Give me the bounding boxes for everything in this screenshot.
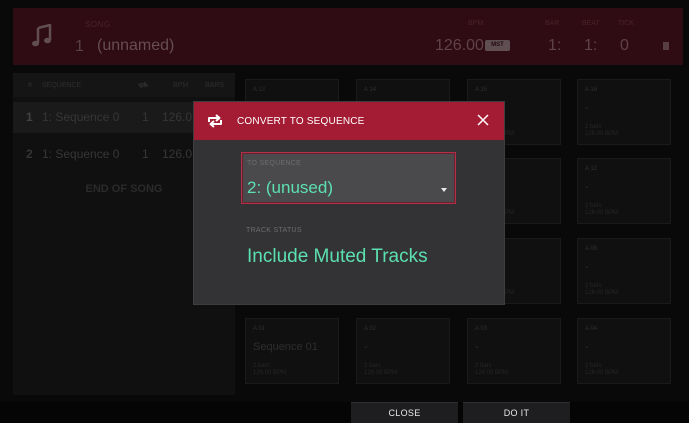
- row-bpm: 126.0: [162, 147, 193, 161]
- pad-id: A 08: [585, 246, 598, 252]
- loop-icon: [208, 114, 222, 128]
- pad-bars: 2 bars: [364, 363, 381, 369]
- column-bpm: BPM: [173, 82, 189, 89]
- dialog-title: CONVERT TO SEQUENCE: [237, 116, 365, 127]
- column-sequence: SEQUENCE: [42, 82, 82, 89]
- pad-name: -: [364, 341, 368, 353]
- song-header: SONG 1 (unnamed) BPM 126.00 MST BAR 1: B…: [13, 8, 683, 65]
- loop-icon: [138, 81, 148, 89]
- beat-value[interactable]: 1:: [584, 37, 597, 55]
- row-bpm: 126.0: [162, 110, 193, 124]
- close-button[interactable]: CLOSE: [351, 402, 458, 423]
- row-number: 1: [26, 110, 33, 124]
- sequence-list-header: # SEQUENCE BPM BARS: [13, 73, 235, 97]
- bpm-value[interactable]: 126.00: [435, 37, 484, 55]
- convert-to-sequence-dialog: CONVERT TO SEQUENCE TO SEQUENCE 2: (unus…: [194, 102, 504, 304]
- pad-name: -: [585, 181, 589, 193]
- footer-bar: [0, 402, 689, 423]
- pad-id: A 04: [585, 326, 598, 332]
- pad-bpm: PM: [505, 210, 514, 216]
- screen: SONG 1 (unnamed) BPM 126.00 MST BAR 1: B…: [0, 0, 689, 423]
- sequence-pad[interactable]: A 03 - 2 bars 126.00 BPM: [467, 318, 561, 384]
- pad-id: A 12: [585, 166, 598, 172]
- pad-bars: 2 bars: [585, 363, 602, 369]
- pad-bpm: 126.00 BPM: [585, 131, 619, 137]
- pad-id: A 16: [585, 87, 598, 93]
- to-sequence-value: 2: (unused): [247, 178, 333, 197]
- pad-id: A 14: [364, 87, 377, 93]
- sequence-pad[interactable]: A 16 - 2 bars 126.00 BPM: [577, 79, 671, 145]
- row-loop-count: 1: [142, 147, 149, 161]
- row-number: 2: [26, 147, 33, 161]
- stop-icon: [663, 42, 669, 50]
- column-number: #: [28, 82, 32, 89]
- close-icon[interactable]: [476, 113, 490, 127]
- pad-bpm: PM: [505, 290, 514, 296]
- bpm-label: BPM: [468, 20, 484, 27]
- tempo-source-badge[interactable]: MST: [485, 40, 510, 51]
- song-number: 1: [75, 38, 84, 55]
- dropdown-caret-icon: [441, 188, 447, 192]
- pad-bars: 2 bars: [585, 283, 602, 289]
- music-note-icon: [32, 24, 52, 47]
- row-loop-count: 1: [142, 110, 149, 124]
- pad-id: A 01: [253, 326, 266, 332]
- do-it-button[interactable]: DO IT: [463, 402, 570, 423]
- pad-name: -: [585, 102, 589, 114]
- pad-id: A 15: [475, 87, 488, 93]
- pad-id: A 03: [475, 326, 488, 332]
- track-status-value[interactable]: Include Muted Tracks: [247, 246, 428, 268]
- song-name[interactable]: (unnamed): [97, 37, 174, 55]
- row-sequence-name: 1: Sequence 0: [42, 147, 120, 161]
- pad-name: -: [585, 341, 589, 353]
- column-bars: BARS: [205, 82, 225, 89]
- to-sequence-label: TO SEQUENCE: [247, 160, 302, 167]
- pad-id: A 02: [364, 326, 377, 332]
- pad-name: Sequence 01: [253, 341, 318, 353]
- sequence-pad[interactable]: A 01 Sequence 01 2 bars 126.00 BPM: [245, 318, 339, 384]
- track-status-label: TRACK STATUS: [246, 227, 302, 234]
- song-label: SONG: [85, 20, 111, 29]
- tick-value[interactable]: 0: [620, 37, 629, 55]
- to-sequence-select[interactable]: TO SEQUENCE 2: (unused): [241, 152, 456, 204]
- pad-bpm: 126.00 BPM: [475, 370, 509, 376]
- pad-bars: 2 bars: [475, 363, 492, 369]
- bar-value[interactable]: 1:: [548, 37, 561, 55]
- pad-bpm: 126.00 BPM: [253, 370, 287, 376]
- pad-name: -: [475, 341, 479, 353]
- sequence-pad[interactable]: A 04 - 2 bars 126.00 BPM: [577, 318, 671, 384]
- pad-bpm: PM: [505, 131, 514, 137]
- sequence-pad[interactable]: A 12 - 2 bars 126.00 BPM: [577, 158, 671, 224]
- dialog-header: CONVERT TO SEQUENCE: [194, 102, 504, 140]
- pad-bpm: 126.00 BPM: [585, 210, 619, 216]
- sequence-pad[interactable]: A 02 - 2 bars 126.00 BPM: [356, 318, 450, 384]
- pad-bpm: 126.00 BPM: [585, 370, 619, 376]
- bar-label: BAR: [545, 20, 560, 27]
- pad-bpm: 126.00 BPM: [364, 370, 398, 376]
- pad-bars: 2 bars: [585, 124, 602, 130]
- row-sequence-name: 1: Sequence 0: [42, 110, 120, 124]
- sequence-pad[interactable]: A 08 - 2 bars 126.00 BPM: [577, 238, 671, 304]
- pad-bars: 2 bars: [585, 203, 602, 209]
- pad-bpm: 126.00 BPM: [585, 290, 619, 296]
- tick-label: TICK: [618, 20, 634, 27]
- pad-id: A 13: [253, 87, 266, 93]
- pad-bars: 2 bars: [253, 363, 270, 369]
- beat-label: BEAT: [582, 20, 600, 27]
- pad-name: -: [585, 261, 589, 273]
